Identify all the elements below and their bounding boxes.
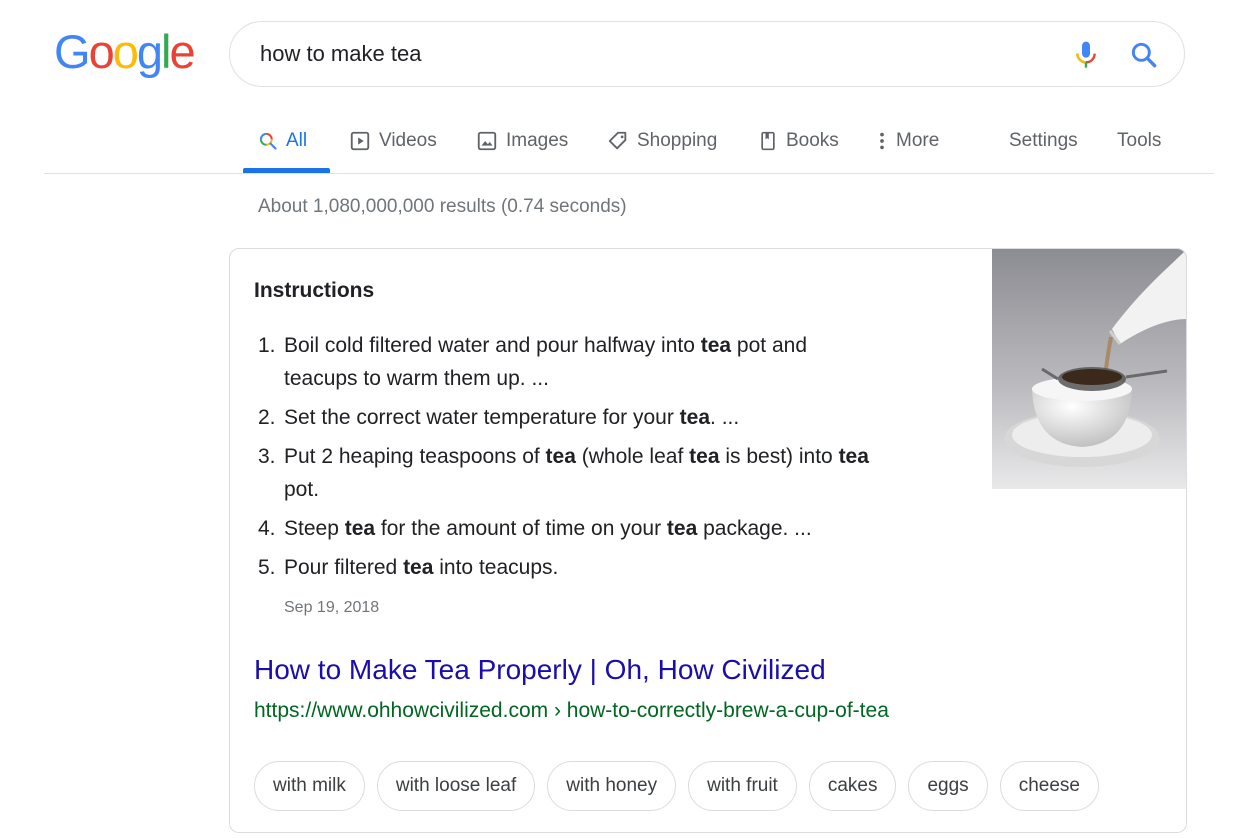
related-chips: with milk with loose leaf with honey with f…: [254, 761, 1099, 815]
logo-letter: l: [160, 25, 172, 78]
tab-settings[interactable]: Settings: [1009, 126, 1078, 156]
book-icon: [758, 130, 778, 152]
search-tabs: All Videos Images Shopping Books More Se…: [0, 112, 1259, 174]
tea-thumbnail-image[interactable]: [992, 249, 1186, 489]
related-chip[interactable]: cheese: [999, 761, 1099, 811]
instruction-step: 4. Steep tea for the amount of time on yo…: [254, 512, 974, 545]
step-number: 5.: [258, 556, 276, 579]
logo-letter: o: [112, 25, 139, 78]
search-bar: [229, 21, 1185, 87]
result-title-link[interactable]: How to Make Tea Properly | Oh, How Civil…: [254, 654, 826, 686]
instructions-list: 1. Boil cold filtered water and pour half…: [254, 329, 974, 590]
tabs-divider: [44, 173, 1214, 174]
keyword-highlight: tea: [838, 445, 869, 468]
tab-more[interactable]: More: [876, 126, 939, 156]
logo-letter: g: [136, 25, 163, 78]
tab-books[interactable]: Books: [758, 126, 839, 156]
tab-label: More: [896, 130, 940, 151]
related-chip[interactable]: with fruit: [688, 761, 797, 811]
step-number: 3.: [258, 445, 276, 468]
search-results-page: Google how to make tea All Videos Images…: [0, 0, 1259, 839]
tab-label: Videos: [379, 130, 437, 151]
snippet-date: Sep 19, 2018: [284, 599, 380, 616]
related-chip[interactable]: cakes: [808, 761, 897, 811]
snippet-heading: Instructions: [254, 279, 375, 302]
keyword-highlight: tea: [679, 406, 711, 429]
tab-images[interactable]: Images: [476, 126, 568, 156]
tab-label: Books: [786, 130, 839, 151]
step-number: 2.: [258, 406, 276, 429]
step-number: 4.: [258, 517, 276, 540]
keyword-highlight: tea: [545, 445, 576, 468]
instruction-step: 5. Pour filtered tea into teacups.: [254, 551, 974, 584]
step-number: 1.: [258, 334, 276, 357]
result-url[interactable]: https://www.ohhowcivilized.com › how-to-…: [254, 699, 889, 723]
keyword-highlight: tea: [344, 517, 376, 540]
featured-snippet: Instructions 1. Boil cold filtered water …: [229, 248, 1187, 833]
tab-label: All: [286, 130, 308, 151]
keyword-highlight: tea: [689, 445, 720, 468]
image-icon: [476, 130, 498, 152]
tab-label: Settings: [1009, 130, 1078, 151]
microphone-icon[interactable]: [1070, 39, 1102, 71]
kebab-icon: [876, 130, 888, 152]
tab-all[interactable]: All: [258, 126, 307, 156]
search-icon[interactable]: [1128, 39, 1160, 71]
instruction-step: 1. Boil cold filtered water and pour half…: [254, 329, 974, 395]
related-chip[interactable]: with milk: [254, 761, 365, 811]
related-chip[interactable]: eggs: [908, 761, 988, 811]
tab-label: Images: [506, 130, 569, 151]
google-logo[interactable]: Google: [54, 24, 196, 80]
tab-label: Shopping: [637, 130, 718, 151]
tag-icon: [607, 130, 629, 152]
logo-letter: e: [169, 25, 195, 78]
result-stats: About 1,080,000,000 results (0.74 second…: [258, 196, 627, 217]
tab-tools[interactable]: Tools: [1117, 126, 1161, 156]
keyword-highlight: tea: [666, 517, 698, 540]
play-icon: [349, 130, 371, 152]
instruction-step: 3. Put 2 heaping teaspoons of tea (whole …: [254, 440, 974, 506]
tab-shopping[interactable]: Shopping: [607, 126, 717, 156]
related-chip[interactable]: with honey: [547, 761, 677, 811]
keyword-highlight: tea: [700, 334, 732, 357]
tab-label: Tools: [1117, 130, 1162, 151]
instruction-step: 2. Set the correct water temperature for …: [254, 401, 974, 434]
related-chip[interactable]: with loose leaf: [376, 761, 536, 811]
search-icon: [258, 131, 278, 151]
logo-letter: G: [54, 25, 91, 78]
logo-letter: o: [88, 25, 115, 78]
search-input[interactable]: [260, 38, 1040, 70]
keyword-highlight: tea: [403, 556, 434, 579]
tab-videos[interactable]: Videos: [349, 126, 437, 156]
